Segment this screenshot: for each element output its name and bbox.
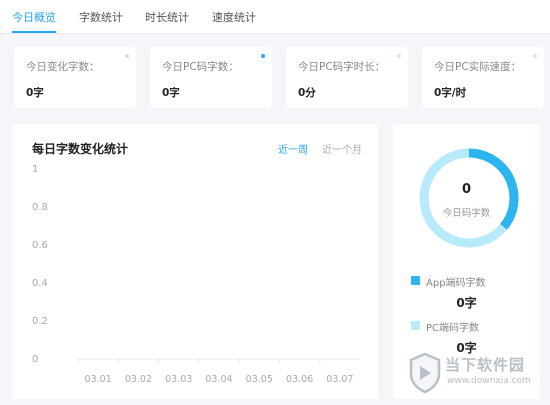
stat-dot (533, 54, 537, 58)
stat-dot (125, 54, 129, 58)
legend-pc-swatch (411, 321, 420, 330)
stat-value: 0分 (298, 87, 316, 99)
legend-app-label: App端码字数 (426, 278, 486, 289)
stat-value: 0字 (26, 87, 44, 99)
y-tick-label: 0 (32, 354, 38, 365)
x-tick-label: 03.03 (165, 374, 192, 385)
stat-card-pc-words: 今日PC码字数： 0字 (150, 47, 272, 108)
watermark-text: 当下软件园 (445, 356, 526, 374)
stat-card-changed-words: 今日变化字数： 0字 (14, 47, 136, 108)
watermark-url: www.downxia.com (447, 376, 531, 386)
legend-app-value: 0字 (456, 296, 477, 310)
stat-card-pc-speed: 今日PC实际速度： 0字/时 (422, 47, 544, 108)
stat-dot (261, 54, 265, 58)
stat-label: 今日变化字数： (26, 61, 100, 73)
tab-word-count-stats[interactable]: 字数统计 (79, 9, 123, 25)
legend-app-swatch (411, 276, 420, 285)
donut-center-value: 0 (461, 182, 472, 197)
y-tick-label: 0.2 (32, 316, 48, 327)
stat-label: 今日PC实际速度： (434, 61, 522, 73)
stat-card-pc-duration: 今日PC码字时长： 0分 (286, 47, 408, 108)
donut-center-caption: 今日码字数 (442, 208, 491, 219)
y-tick-label: 1 (32, 164, 38, 175)
active-tab-indicator (12, 31, 56, 33)
daily-word-line-chart: 1 0.8 0.6 0.4 0.2 0 03.01 03.02 03.03 03.04 03.05 0… (32, 164, 360, 385)
tab-bar: 今日概览 字数统计 时长统计 速度统计 (0, 0, 550, 34)
x-tick-label: 03.07 (326, 374, 353, 385)
x-tick-label: 03.01 (85, 374, 112, 385)
y-tick-label: 0.6 (32, 240, 48, 251)
shield-logo-icon (409, 352, 441, 394)
y-tick-label: 0.8 (32, 202, 48, 213)
daily-word-chart-card: 每日字数变化统计 近一周 近一个月 1 0.8 0.6 0.4 0.2 0 03.01 03.… (12, 124, 378, 399)
x-tick-label: 03.06 (286, 374, 313, 385)
tab-speed-stats[interactable]: 速度统计 (212, 9, 256, 25)
legend-pc-label: PC端码字数 (426, 323, 480, 334)
stat-label: 今日PC码字时长： (298, 61, 386, 73)
stat-value: 0字 (162, 87, 180, 99)
x-tick-label: 03.02 (125, 374, 152, 385)
x-tick-label: 03.04 (205, 374, 232, 385)
tab-today-overview[interactable]: 今日概览 (12, 9, 56, 25)
tab-duration-stats[interactable]: 时长统计 (145, 9, 189, 25)
x-tick-label: 03.05 (246, 374, 273, 385)
stat-label: 今日PC码字数： (162, 61, 239, 73)
stat-dot (397, 54, 401, 58)
site-watermark: 当下软件园 www.downxia.com (405, 350, 550, 400)
y-tick-label: 0.4 (32, 278, 48, 289)
word-share-donut (419, 148, 519, 248)
stat-value: 0字/时 (434, 87, 467, 99)
